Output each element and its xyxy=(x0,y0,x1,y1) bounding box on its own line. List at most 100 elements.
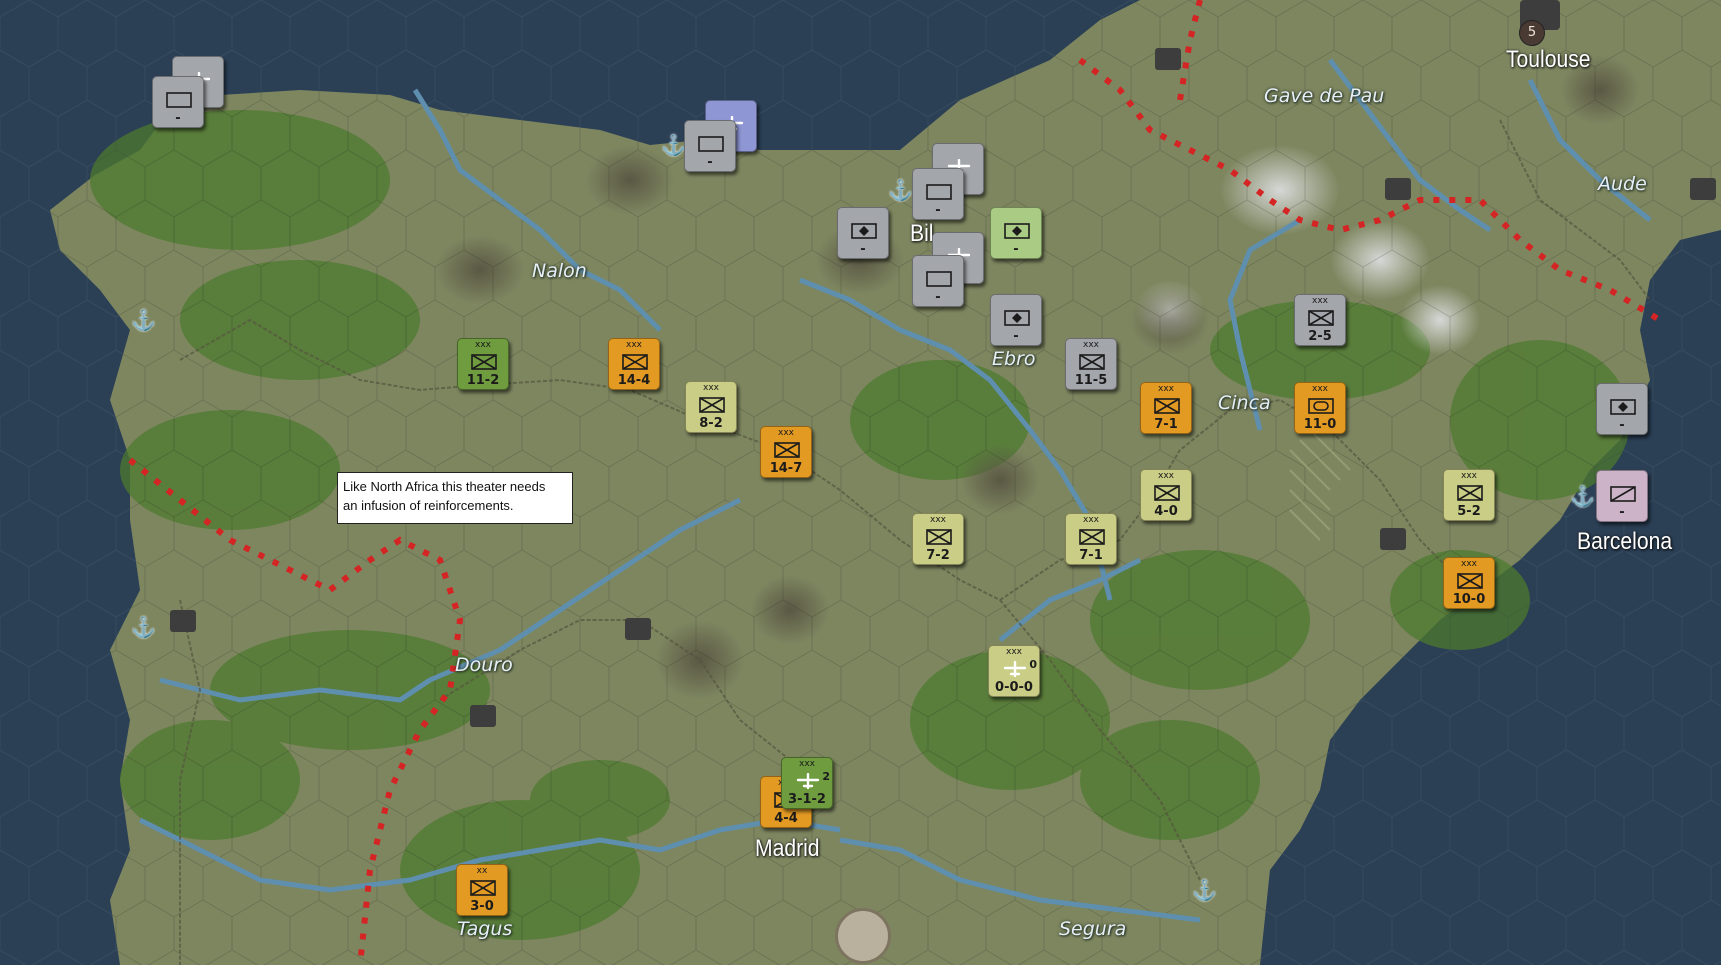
unit-size-label: xxx xyxy=(1158,471,1174,481)
river-label-ebro: Ebro xyxy=(992,348,1036,370)
unit-counter-naval-bil-w[interactable]: - xyxy=(837,207,889,259)
unit-counter-inf-10-0[interactable]: xxx 10-0 xyxy=(1443,557,1495,609)
cav-symbol-icon xyxy=(1610,486,1636,502)
unit-size-label: xxx xyxy=(1158,384,1174,394)
unit-counter-air-bil-1-back[interactable]: - xyxy=(912,168,964,220)
city-label-madrid[interactable]: Madrid xyxy=(755,835,820,863)
game-map-view[interactable]: Nalon Ebro Cinca Gave de Pau Aude Douro … xyxy=(0,0,1721,965)
unit-counter-air-0-0-0[interactable]: xxx 0-0-0 0 xyxy=(988,645,1040,697)
blank-symbol-icon xyxy=(698,136,724,152)
unit-strength-label: 2-5 xyxy=(1308,329,1332,344)
blank-symbol-icon xyxy=(926,184,952,200)
inf-symbol-icon xyxy=(1457,485,1483,501)
headquarters-icon[interactable] xyxy=(835,908,891,964)
unit-strength-label: 14-7 xyxy=(769,461,803,476)
inf-symbol-icon xyxy=(1154,485,1180,501)
unit-strength-label: - xyxy=(175,111,181,126)
port-anchor-icon: ⚓ xyxy=(661,135,686,157)
naval-symbol-icon xyxy=(1004,310,1030,326)
unit-size-label: xxx xyxy=(1461,559,1477,569)
unit-counter-inf-8-2[interactable]: xxx 8-2 xyxy=(685,381,737,433)
unit-size-label: xxx xyxy=(475,340,491,350)
city-level-badge: 5 xyxy=(1519,20,1545,46)
unit-strength-label: 14-4 xyxy=(617,373,651,388)
unit-counter-inf-7-2[interactable]: xxx 7-2 xyxy=(912,513,964,565)
unit-counter-inf-14-7[interactable]: xxx 14-7 xyxy=(760,426,812,478)
air-symbol-icon xyxy=(796,773,820,789)
unit-counter-air-bil-2-back[interactable]: - xyxy=(912,255,964,307)
unit-size-label: xxx xyxy=(1083,515,1099,525)
tooltip-line-2: an infusion of reinforcements. xyxy=(343,498,514,513)
unit-size-label: xxx xyxy=(1006,647,1022,657)
unit-counter-inf-11-5[interactable]: xxx 11-5 xyxy=(1065,338,1117,390)
unit-counter-inf-2-5[interactable]: xxx 2-5 xyxy=(1294,294,1346,346)
unit-counter-air-north-blue-back[interactable]: - xyxy=(684,120,736,172)
unit-extra-label: 0 xyxy=(1029,658,1037,671)
unit-counter-naval-barcelona[interactable]: - xyxy=(1596,383,1648,435)
unit-counter-air-3-1-2[interactable]: xxx 3-1-2 2 xyxy=(781,757,833,809)
inf-symbol-icon xyxy=(926,529,952,545)
unit-strength-label: 4-4 xyxy=(774,811,798,826)
unit-size-label: xx xyxy=(476,866,488,876)
tutorial-tooltip: Like North Africa this theater needs an … xyxy=(337,472,573,524)
unit-strength-label: 7-2 xyxy=(926,548,950,563)
naval-symbol-icon xyxy=(851,223,877,239)
unit-counter-inf-5-2[interactable]: xxx 5-2 xyxy=(1443,469,1495,521)
unit-size-label: xxx xyxy=(1312,384,1328,394)
unit-size-label: xxx xyxy=(703,383,719,393)
unit-strength-label: - xyxy=(1013,329,1019,344)
inf-symbol-icon xyxy=(622,354,648,370)
inf-symbol-icon xyxy=(470,880,496,896)
unit-strength-label: - xyxy=(1619,505,1625,520)
unit-strength-label: - xyxy=(935,290,941,305)
unit-strength-label: 3-1-2 xyxy=(788,792,826,807)
river-label-aude: Aude xyxy=(1598,173,1647,195)
river-label-tagus: Tagus xyxy=(457,918,513,940)
blank-symbol-icon xyxy=(166,92,192,108)
unit-size-label: xxx xyxy=(1083,340,1099,350)
inf-symbol-icon xyxy=(471,354,497,370)
armor-symbol-icon xyxy=(1308,398,1334,414)
unit-strength-label: 11-0 xyxy=(1303,417,1337,432)
unit-extra-label: 2 xyxy=(822,770,830,783)
port-anchor-icon: ⚓ xyxy=(131,617,156,639)
unit-counter-inf-11-2[interactable]: xxx 11-2 xyxy=(457,338,509,390)
unit-counter-air-nw-back[interactable]: - xyxy=(152,76,204,128)
city-label-bil[interactable]: Bil xyxy=(910,220,933,248)
unit-strength-label: 4-0 xyxy=(1154,504,1178,519)
city-label-barcelona[interactable]: Barcelona xyxy=(1577,528,1672,556)
unit-counter-cav-barcelona[interactable]: - xyxy=(1596,470,1648,522)
unit-strength-label: 10-0 xyxy=(1452,592,1486,607)
unit-counter-inf-7-1-olive[interactable]: xxx 7-1 xyxy=(1065,513,1117,565)
inf-symbol-icon xyxy=(1154,398,1180,414)
unit-size-label: xxx xyxy=(930,515,946,525)
unit-counter-armor-11-0[interactable]: xxx 11-0 xyxy=(1294,382,1346,434)
river-label-nalon: Nalon xyxy=(532,260,587,282)
inf-symbol-icon xyxy=(1079,354,1105,370)
unit-strength-label: 3-0 xyxy=(470,899,494,914)
inf-symbol-icon xyxy=(1308,310,1334,326)
unit-counter-inf-3-0[interactable]: xx 3-0 xyxy=(456,864,508,916)
unit-strength-label: - xyxy=(1619,418,1625,433)
port-anchor-icon: ⚓ xyxy=(131,310,156,332)
river-label-douro: Douro xyxy=(455,654,513,676)
unit-size-label: xxx xyxy=(626,340,642,350)
unit-counter-inf-4-0[interactable]: xxx 4-0 xyxy=(1140,469,1192,521)
naval-symbol-icon xyxy=(1610,399,1636,415)
unit-counter-naval-bil-e[interactable]: - xyxy=(990,207,1042,259)
inf-symbol-icon xyxy=(774,442,800,458)
port-anchor-icon: ⚓ xyxy=(1192,880,1217,902)
unit-strength-label: 11-2 xyxy=(466,373,500,388)
city-label-toulouse[interactable]: Toulouse xyxy=(1506,46,1591,74)
tooltip-line-1: Like North Africa this theater needs xyxy=(343,479,546,494)
unit-counter-inf-14-4[interactable]: xxx 14-4 xyxy=(608,338,660,390)
inf-symbol-icon xyxy=(1457,573,1483,589)
unit-counter-naval-ebro[interactable]: - xyxy=(990,294,1042,346)
unit-counter-inf-7-1-orange[interactable]: xxx 7-1 xyxy=(1140,382,1192,434)
unit-strength-label: 8-2 xyxy=(699,416,723,431)
naval-symbol-icon xyxy=(1004,223,1030,239)
unit-size-label: xxx xyxy=(778,428,794,438)
river-label-gave-de-pau: Gave de Pau xyxy=(1264,85,1385,107)
unit-strength-label: - xyxy=(860,242,866,257)
inf-symbol-icon xyxy=(1079,529,1105,545)
